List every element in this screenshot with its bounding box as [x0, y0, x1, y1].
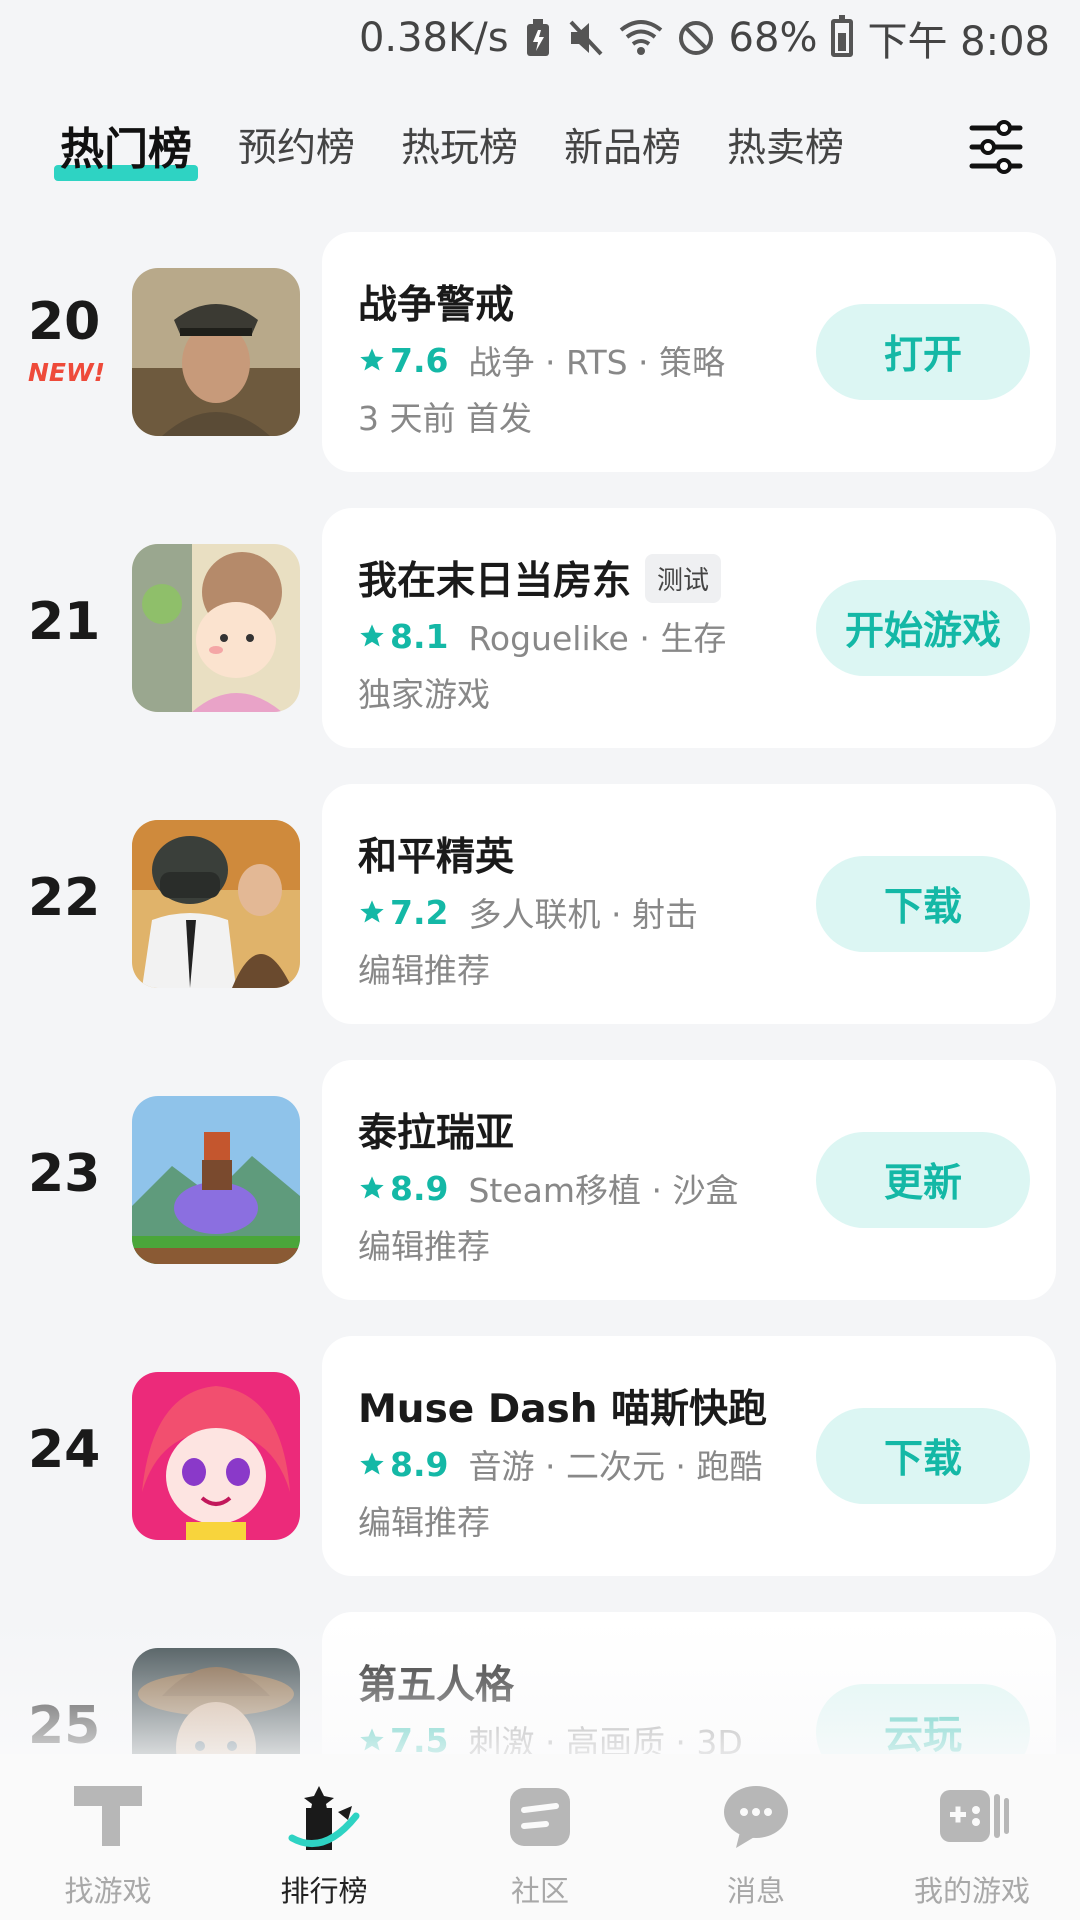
- ranking-icon: [288, 1786, 360, 1850]
- nav-label: 消息: [726, 1874, 785, 1908]
- game-meta: 8.9 音游 · 二次元 · 跑酷: [358, 1440, 762, 1488]
- rank-number: 22: [28, 868, 101, 928]
- nav-ranking[interactable]: 排行榜: [229, 1776, 419, 1910]
- battery-percent: 68%: [728, 15, 818, 61]
- game-icon-doomsday-landlord[interactable]: [132, 544, 300, 712]
- list-item[interactable]: 20 NEW! 战争警戒 7.6 战争 · RTS · 策略 3 天前 首发 打…: [0, 232, 1080, 508]
- game-tags: Roguelike · 生存: [468, 619, 727, 658]
- game-card[interactable]: 战争警戒 7.6 战争 · RTS · 策略 3 天前 首发 打开: [322, 232, 1056, 472]
- update-button[interactable]: 更新: [816, 1132, 1030, 1228]
- mute-icon: [567, 18, 605, 58]
- wifi-icon: [619, 18, 663, 58]
- game-subtitle: 编辑推荐: [358, 951, 490, 990]
- tab-new[interactable]: 新品榜: [564, 117, 681, 173]
- game-title: Muse Dash 喵斯快跑: [358, 1387, 768, 1432]
- game-subtitle: 3 天前 首发: [358, 399, 532, 438]
- rank: 23: [28, 1120, 138, 1204]
- my-games-icon: [940, 1790, 1009, 1842]
- game-card[interactable]: 泰拉瑞亚 8.9 Steam移植 · 沙盒 编辑推荐 更新: [322, 1060, 1056, 1300]
- game-subtitle: 编辑推荐: [358, 1227, 490, 1266]
- rank-number: 20: [28, 292, 101, 352]
- rating: 8.9: [358, 1169, 448, 1208]
- star-icon: [360, 1452, 384, 1475]
- rank-number: 25: [28, 1696, 101, 1756]
- status-bar: 0.38K/s 68% 下午 8:08: [0, 0, 1080, 76]
- battery-icon: [831, 15, 854, 57]
- nav-my-games[interactable]: 我的游戏: [877, 1776, 1067, 1910]
- game-ranking-list: 20 NEW! 战争警戒 7.6 战争 · RTS · 策略 3 天前 首发 打…: [0, 232, 1080, 1888]
- game-icon-peace-elite[interactable]: [132, 820, 300, 988]
- nav-label: 我的游戏: [913, 1874, 1030, 1908]
- game-icon-terraria[interactable]: [132, 1096, 300, 1264]
- nav-community[interactable]: 社区: [445, 1776, 635, 1910]
- game-icon-war-alert[interactable]: [132, 268, 300, 436]
- game-tags: 战争 · RTS · 策略: [468, 343, 726, 382]
- rank: 24: [28, 1396, 138, 1480]
- rating: 7.2: [358, 893, 448, 932]
- rank: 22: [28, 844, 138, 928]
- open-button[interactable]: 打开: [816, 304, 1030, 400]
- list-item[interactable]: 22 和平精英 7.2 多人联机 · 射击 编辑推荐 下载: [0, 784, 1080, 1060]
- do-not-disturb-icon: [677, 19, 715, 57]
- bottom-nav: 找游戏 排行榜 社区 消息 我的游戏: [0, 1754, 1080, 1920]
- game-title: 第五人格: [358, 1663, 515, 1708]
- game-tags: 多人联机 · 射击: [468, 895, 698, 934]
- community-icon: [510, 1788, 570, 1846]
- game-meta: 7.2 多人联机 · 射击: [358, 888, 698, 936]
- nav-label: 社区: [510, 1874, 569, 1908]
- nav-label: 排行榜: [280, 1874, 368, 1908]
- game-title: 战争警戒: [358, 283, 515, 328]
- game-meta: 8.9 Steam移植 · 沙盒: [358, 1164, 739, 1212]
- message-icon: [724, 1786, 788, 1848]
- ranking-tabs: 热门榜 预约榜 热玩榜 新品榜 热卖榜: [0, 100, 1080, 190]
- nav-label: 找游戏: [64, 1874, 152, 1908]
- star-icon: [360, 900, 384, 923]
- rating: 7.6: [358, 341, 448, 380]
- list-item[interactable]: 21 我在末日当房东 测试 8.1 Roguelike · 生存 独家游戏 开始…: [0, 508, 1080, 784]
- game-meta: 7.6 战争 · RTS · 策略: [358, 336, 725, 384]
- game-subtitle: 编辑推荐: [358, 1503, 490, 1542]
- nav-messages[interactable]: 消息: [661, 1776, 851, 1910]
- battery-saver-icon: [523, 18, 553, 58]
- game-title: 和平精英: [358, 835, 515, 880]
- game-tags: 音游 · 二次元 · 跑酷: [468, 1447, 763, 1486]
- rank: 20 NEW!: [28, 292, 138, 387]
- rank-number: 24: [28, 1420, 101, 1480]
- test-tag: 测试: [645, 553, 722, 603]
- game-subtitle: 独家游戏: [358, 675, 490, 714]
- game-card[interactable]: 和平精英 7.2 多人联机 · 射击 编辑推荐 下载: [322, 784, 1056, 1024]
- game-card[interactable]: 我在末日当房东 测试 8.1 Roguelike · 生存 独家游戏 开始游戏: [322, 508, 1056, 748]
- game-tags: Steam移植 · 沙盒: [468, 1171, 739, 1210]
- star-icon: [360, 348, 384, 371]
- download-button[interactable]: 下载: [816, 1408, 1030, 1504]
- star-icon: [360, 1728, 384, 1751]
- rank: 25: [28, 1672, 138, 1756]
- download-button[interactable]: 下载: [816, 856, 1030, 952]
- rating: 8.9: [358, 1445, 448, 1484]
- filter-icon[interactable]: [966, 118, 1026, 176]
- list-item[interactable]: 23 泰拉瑞亚 8.9 Steam移植 · 沙盒 编辑推荐 更新: [0, 1060, 1080, 1336]
- game-title: 我在末日当房东 测试: [358, 550, 722, 606]
- star-icon: [360, 1176, 384, 1199]
- tab-reserve[interactable]: 预约榜: [238, 117, 355, 173]
- find-games-icon: [74, 1786, 142, 1846]
- tab-hot-play[interactable]: 热玩榜: [401, 117, 518, 173]
- clock: 下午 8:08: [867, 19, 1050, 65]
- game-title: 泰拉瑞亚: [358, 1111, 515, 1156]
- rank: 21: [28, 568, 138, 652]
- tab-hot[interactable]: 热门榜: [54, 113, 198, 181]
- rating: 8.1: [358, 617, 448, 656]
- game-icon-muse-dash[interactable]: [132, 1372, 300, 1540]
- list-item[interactable]: 24 Muse Dash 喵斯快跑 8.9 音游 · 二次元 · 跑酷 编辑推荐…: [0, 1336, 1080, 1612]
- game-card[interactable]: Muse Dash 喵斯快跑 8.9 音游 · 二次元 · 跑酷 编辑推荐 下载: [322, 1336, 1056, 1576]
- game-meta: 8.1 Roguelike · 生存: [358, 612, 726, 660]
- start-game-button[interactable]: 开始游戏: [816, 580, 1030, 676]
- rank-number: 23: [28, 1144, 101, 1204]
- star-icon: [360, 624, 384, 647]
- tab-best-selling[interactable]: 热卖榜: [727, 117, 844, 173]
- new-badge: NEW!: [28, 358, 105, 387]
- nav-find-games[interactable]: 找游戏: [13, 1776, 203, 1910]
- network-speed: 0.38K/s: [358, 15, 509, 61]
- rank-number: 21: [28, 592, 101, 652]
